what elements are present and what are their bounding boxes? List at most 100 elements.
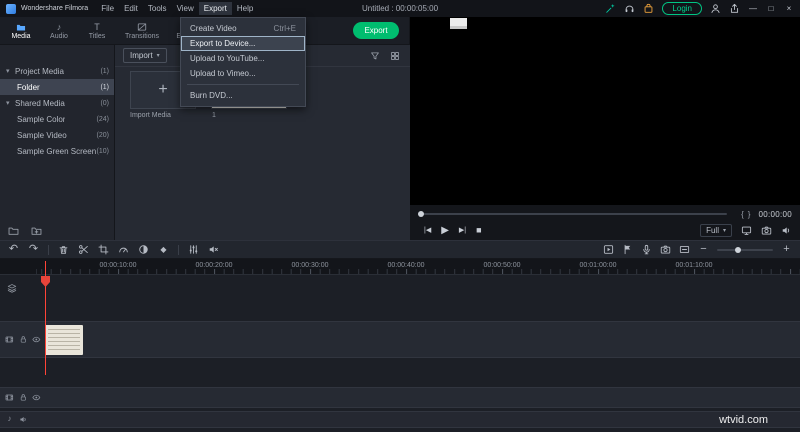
zoom-fit-icon[interactable] — [679, 244, 690, 255]
display-size-dropdown[interactable]: Full ▾ — [700, 224, 732, 237]
menu-item-burn-dvd[interactable]: Burn DVD... — [181, 88, 305, 103]
speaker-icon[interactable] — [19, 415, 28, 424]
menu-export[interactable]: Export — [198, 2, 232, 15]
media-sidebar: ▾ Project Media (1) Folder (1) ▾ Shared … — [0, 45, 115, 240]
menu-item-export-to-device[interactable]: Export to Device... — [181, 36, 305, 51]
headset-icon[interactable] — [624, 3, 635, 14]
voiceover-icon[interactable] — [641, 244, 652, 255]
render-preview-icon[interactable] — [603, 244, 614, 255]
mark-out-icon[interactable]: } — [746, 210, 753, 219]
undo-icon[interactable]: ↶ — [8, 244, 19, 255]
video-track-2[interactable] — [0, 387, 800, 408]
folder-icon[interactable] — [8, 225, 19, 236]
ruler-label: 00:00:20:00 — [195, 262, 233, 269]
avatar-icon[interactable] — [710, 3, 721, 14]
zoom-slider[interactable] — [717, 246, 773, 253]
export-button[interactable]: Export — [353, 22, 399, 39]
menu-item-label: Upload to Vimeo... — [190, 69, 256, 78]
video-track-1[interactable] — [0, 321, 800, 358]
sidebar-item-folder[interactable]: Folder (1) — [0, 79, 114, 95]
fullscreen-icon[interactable] — [741, 225, 752, 236]
import-dropdown-button[interactable]: Import ▾ — [123, 48, 167, 63]
snapshot-icon[interactable] — [660, 244, 671, 255]
tab-transitions[interactable]: Transitions — [116, 22, 168, 40]
preview-panel: { } 00:00:00 |◀ ▶ ▶| ■ Full ▾ — [410, 17, 800, 240]
maximize-icon[interactable]: □ — [766, 4, 776, 13]
seek-bar[interactable] — [418, 211, 728, 217]
magic-wand-icon[interactable] — [605, 3, 616, 14]
manage-tracks-icon[interactable] — [7, 283, 17, 293]
sidebar-item-count: (24) — [96, 115, 109, 123]
tab-label: Titles — [88, 32, 106, 40]
menu-item-create-video[interactable]: Create Video Ctrl+E — [181, 21, 305, 36]
keyframe-icon[interactable]: ◆ — [158, 244, 169, 255]
sidebar-item-sample-green-screen[interactable]: Sample Green Screen (10) — [0, 143, 114, 159]
menu-item-upload-to-youtube[interactable]: Upload to YouTube... — [181, 51, 305, 66]
video-viewport — [410, 17, 800, 205]
timeline-clip[interactable] — [45, 325, 83, 355]
volume-icon[interactable] — [781, 225, 792, 236]
seek-handle[interactable] — [418, 211, 424, 217]
ruler-label: 00:00:30:00 — [291, 262, 329, 269]
titles-tab-icon: T — [94, 21, 100, 32]
redo-icon[interactable]: ↷ — [28, 244, 39, 255]
zoom-out-icon[interactable]: − — [698, 244, 709, 255]
menu-tools[interactable]: Tools — [143, 2, 172, 15]
timeline-ruler[interactable]: 00:00:10:00 00:00:20:00 00:00:30:00 00:0… — [0, 259, 800, 275]
menu-view[interactable]: View — [172, 2, 199, 15]
zoom-in-icon[interactable]: + — [781, 244, 792, 255]
sidebar-item-sample-color[interactable]: Sample Color (24) — [0, 111, 114, 127]
crop-icon[interactable] — [98, 244, 109, 255]
split-icon[interactable] — [78, 244, 89, 255]
eye-icon[interactable] — [32, 335, 41, 344]
tab-audio[interactable]: ♪ Audio — [40, 22, 78, 40]
lock-icon[interactable] — [19, 393, 28, 402]
shopping-bag-icon[interactable] — [643, 3, 654, 14]
sidebar-item-project-media[interactable]: ▾ Project Media (1) — [0, 63, 114, 79]
toolbar-divider — [48, 244, 49, 255]
speed-icon[interactable] — [118, 244, 129, 255]
add-folder-icon[interactable] — [31, 225, 42, 236]
menu-item-upload-to-vimeo[interactable]: Upload to Vimeo... — [181, 66, 305, 81]
delete-icon[interactable] — [58, 244, 69, 255]
tab-titles[interactable]: T Titles — [78, 22, 116, 40]
menu-file[interactable]: File — [96, 2, 119, 15]
filter-icon[interactable] — [370, 51, 380, 61]
filmora-window: Wondershare Filmora File Edit Tools View… — [0, 0, 800, 432]
sidebar-item-shared-media[interactable]: ▾ Shared Media (0) — [0, 95, 114, 111]
current-timecode: 00:00:00 — [758, 209, 792, 219]
play-button[interactable]: ▶ — [441, 225, 449, 236]
menu-bar: File Edit Tools View Export Help — [96, 2, 258, 15]
stop-button[interactable]: ■ — [476, 226, 481, 235]
tab-media[interactable]: Media — [2, 22, 40, 40]
zoom-slider-handle[interactable] — [735, 246, 741, 253]
mute-icon[interactable] — [208, 244, 219, 255]
ruler-label: 00:00:10:00 — [99, 262, 137, 269]
playhead-handle[interactable] — [41, 276, 50, 287]
filmora-logo-icon — [6, 3, 16, 14]
watermark: wtvid.com — [719, 414, 768, 426]
audio-mixer-icon[interactable] — [188, 244, 199, 255]
tab-label: Transitions — [125, 32, 159, 40]
lock-icon[interactable] — [19, 335, 28, 344]
close-icon[interactable]: × — [784, 4, 794, 13]
color-correction-icon[interactable] — [138, 244, 149, 255]
mark-in-icon[interactable]: { — [739, 210, 746, 219]
snapshot-icon[interactable] — [761, 225, 772, 236]
minimize-icon[interactable]: — — [748, 4, 758, 13]
menu-help[interactable]: Help — [232, 2, 258, 15]
previous-frame-button[interactable]: |◀ — [424, 227, 431, 234]
playhead[interactable] — [41, 261, 50, 375]
caret-down-icon[interactable]: ▾ — [6, 67, 15, 75]
audio-track-1[interactable]: ♪ — [0, 411, 800, 428]
login-button[interactable]: Login — [662, 2, 702, 15]
next-frame-button[interactable]: ▶| — [459, 227, 466, 234]
caret-down-icon[interactable]: ▾ — [6, 99, 15, 107]
menu-edit[interactable]: Edit — [119, 2, 143, 15]
grid-view-icon[interactable] — [390, 51, 400, 61]
sidebar-item-sample-video[interactable]: Sample Video (20) — [0, 127, 114, 143]
ruler-label: 00:00:50:00 — [483, 262, 521, 269]
eye-icon[interactable] — [32, 393, 41, 402]
marker-icon[interactable] — [622, 244, 633, 255]
share-icon[interactable] — [729, 3, 740, 14]
